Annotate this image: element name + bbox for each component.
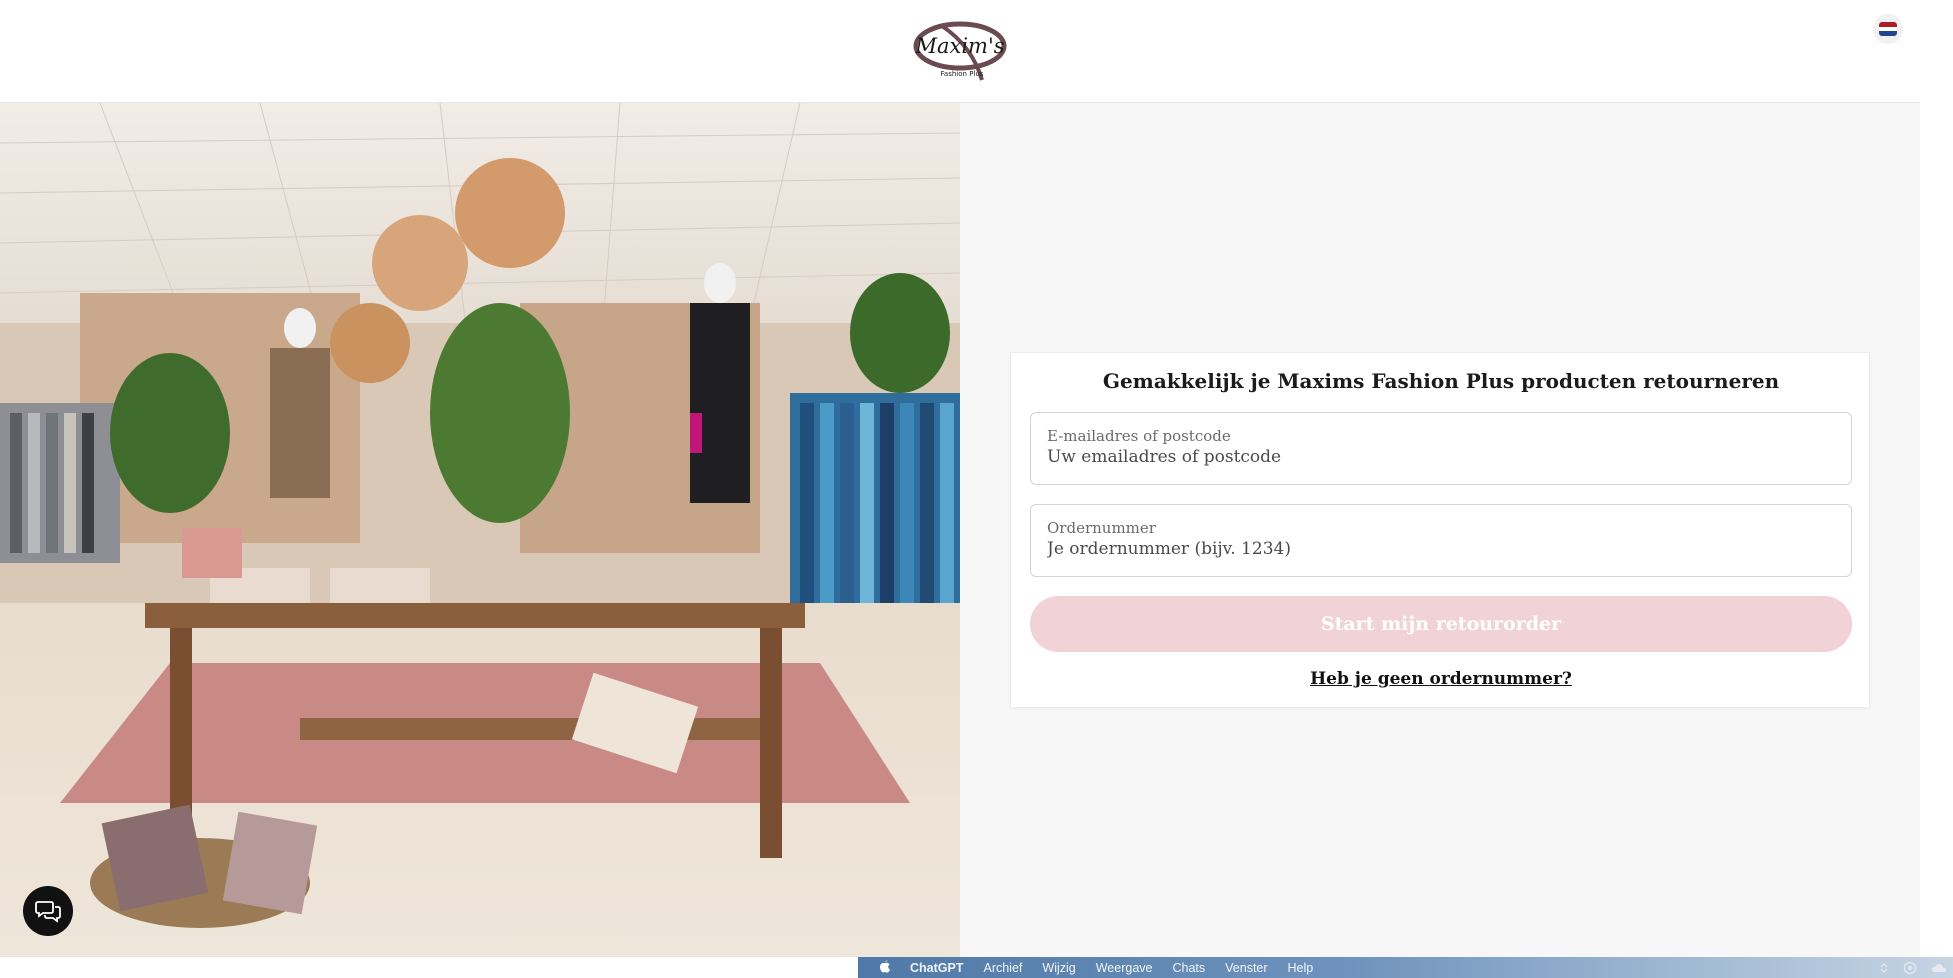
order-number-input[interactable]	[1047, 539, 1827, 559]
bottom-gap	[0, 957, 858, 978]
apple-icon[interactable]	[878, 959, 892, 976]
no-order-number-row: Heb je geen ordernummer?	[1011, 669, 1871, 689]
start-return-button[interactable]: Start mijn retourorder	[1030, 596, 1852, 652]
menubar-item-help[interactable]: Help	[1288, 961, 1314, 975]
menubar-app-name[interactable]: ChatGPT	[910, 961, 963, 975]
email-field-label: E-mailadres of postcode	[1047, 427, 1231, 445]
menubar-item-weergave[interactable]: Weergave	[1096, 961, 1153, 975]
logo-subtext: Fashion Plus	[941, 70, 984, 78]
menubar-status-icons	[1879, 957, 1953, 978]
no-order-number-link[interactable]: Heb je geen ordernummer?	[1310, 669, 1572, 689]
maxims-logo[interactable]: Maxim's Fashion Plus	[912, 16, 1008, 84]
email-field[interactable]: E-mailadres of postcode	[1030, 412, 1852, 485]
chat-bubble-icon	[35, 901, 61, 923]
email-input[interactable]	[1047, 447, 1827, 467]
menubar-item-archief[interactable]: Archief	[983, 961, 1022, 975]
return-form-card: Gemakkelijk je Maxims Fashion Plus produ…	[1010, 352, 1870, 708]
scrollbar-track[interactable]	[1920, 0, 1953, 957]
menubar-item-chats[interactable]: Chats	[1172, 961, 1205, 975]
menubar-item-venster[interactable]: Venster	[1225, 961, 1267, 975]
store-interior-image	[0, 103, 960, 957]
order-number-field[interactable]: Ordernummer	[1030, 504, 1852, 577]
menubar-item-wijzig[interactable]: Wijzig	[1042, 961, 1075, 975]
site-header: Maxim's Fashion Plus	[0, 0, 1920, 103]
chat-button[interactable]	[23, 886, 73, 936]
chevron-updown-icon[interactable]	[1879, 962, 1889, 974]
language-switcher[interactable]	[1873, 14, 1903, 44]
dutch-flag-icon	[1879, 22, 1897, 36]
target-icon[interactable]	[1903, 961, 1917, 975]
cloud-icon[interactable]	[1931, 962, 1947, 974]
logo-text: Maxim's	[914, 34, 1004, 58]
macos-menubar: ChatGPT Archief Wijzig Weergave Chats Ve…	[858, 957, 1953, 978]
form-title: Gemakkelijk je Maxims Fashion Plus produ…	[1102, 369, 1780, 393]
order-number-label: Ordernummer	[1047, 519, 1156, 537]
return-panel: Gemakkelijk je Maxims Fashion Plus produ…	[960, 103, 1920, 957]
